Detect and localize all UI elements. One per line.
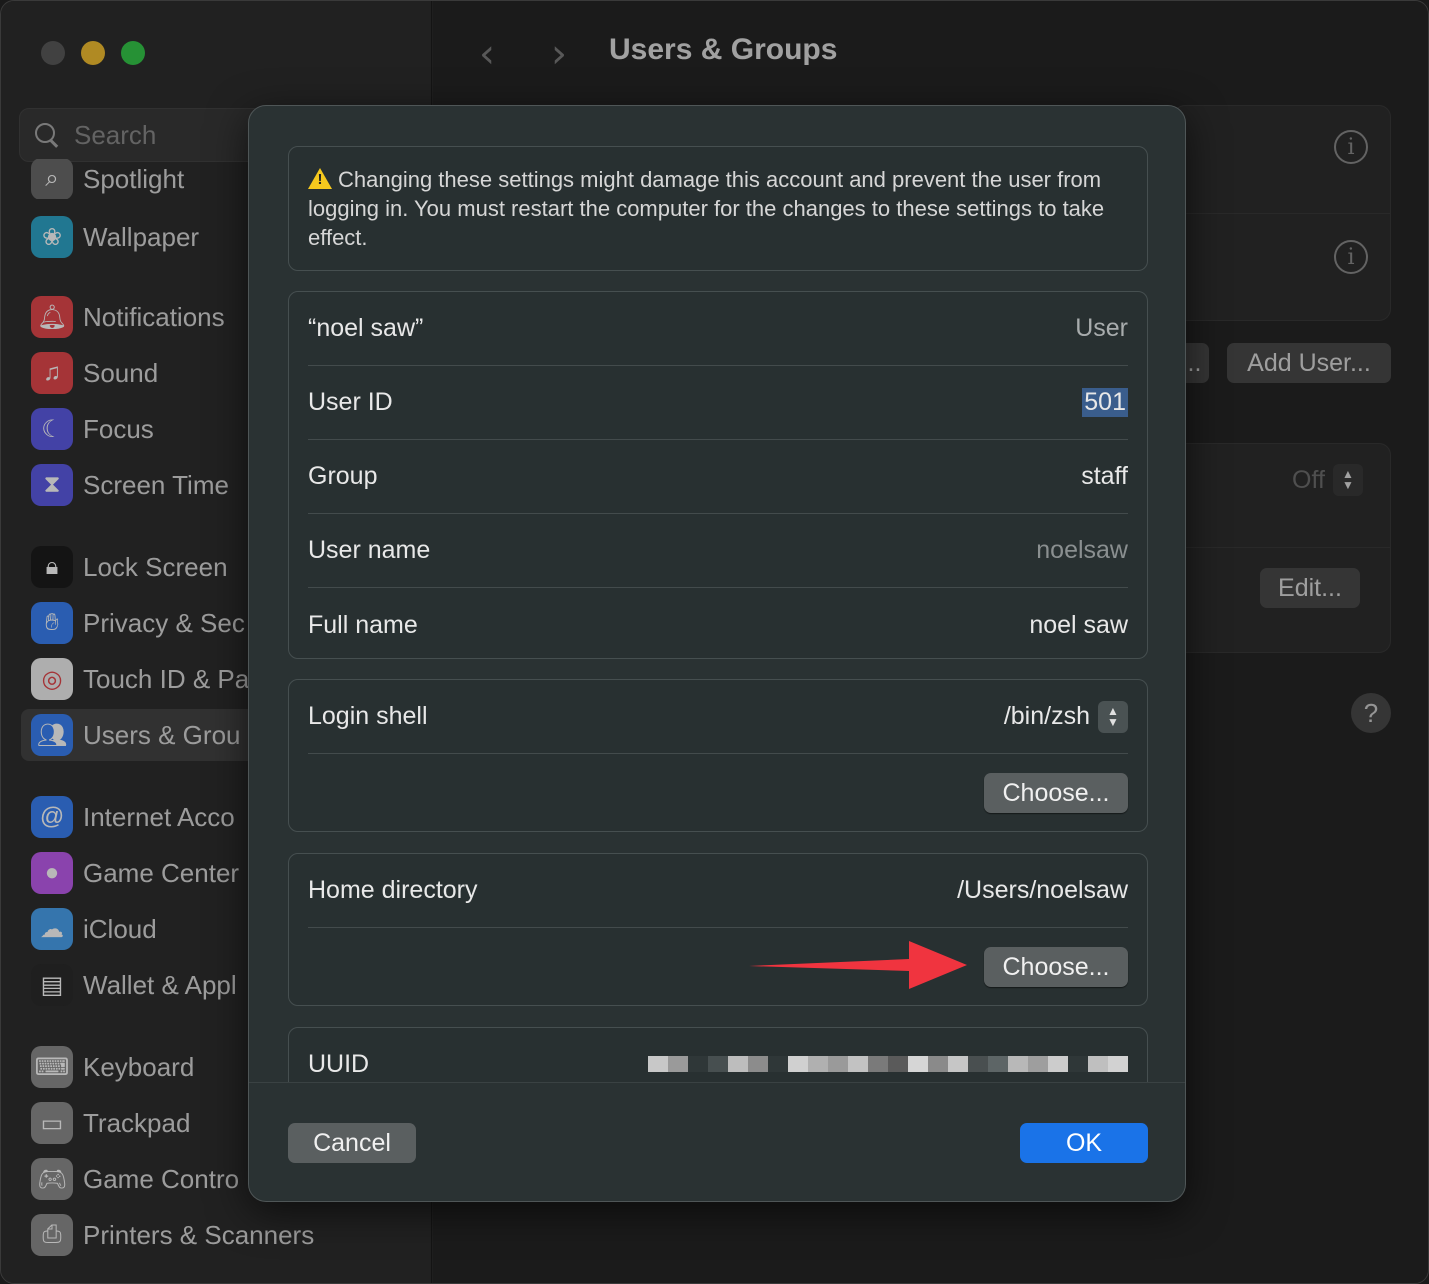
full-name-row: Full name noel saw	[308, 588, 1128, 662]
login-shell-value: /bin/zsh	[1003, 702, 1090, 730]
footer-divider	[249, 1082, 1185, 1083]
group-label: Group	[308, 462, 378, 490]
uuid-row: UUID	[308, 1028, 1128, 1082]
chevron-up-down-icon: ▲ ▼	[1098, 700, 1128, 733]
group-row: Group staff	[308, 440, 1128, 514]
warning-icon	[308, 168, 332, 189]
login-shell-row: Login shell /bin/zsh ▲ ▼	[308, 680, 1128, 754]
user-name-row: User name noelsaw	[308, 514, 1128, 588]
login-shell-box: Login shell /bin/zsh ▲ ▼ Choose...	[288, 679, 1148, 832]
user-id-row: User ID 501	[308, 366, 1128, 440]
home-directory-value: /Users/noelsaw	[957, 876, 1128, 904]
advanced-options-sheet: Changing these settings might damage thi…	[248, 105, 1186, 1202]
account-info-box: “noel saw” User User ID 501 Group staff …	[288, 291, 1148, 659]
login-shell-choose-button[interactable]: Choose...	[984, 773, 1128, 813]
cancel-button[interactable]: Cancel	[288, 1123, 416, 1163]
uuid-box: UUID	[288, 1027, 1148, 1082]
uuid-label: UUID	[308, 1049, 370, 1078]
account-name-row: “noel saw” User	[308, 292, 1128, 366]
system-settings-window: Search ⌕ Spotlight ❀ Wallpaper 🔔︎ Notificatio…	[0, 0, 1429, 1284]
full-name-label: Full name	[308, 610, 418, 639]
full-name-field[interactable]: noel saw	[1029, 611, 1128, 640]
warning-box: Changing these settings might damage thi…	[288, 146, 1148, 271]
user-id-field[interactable]: 501	[1082, 388, 1128, 417]
login-shell-label: Login shell	[308, 702, 428, 730]
home-directory-row: Home directory /Users/noelsaw	[308, 854, 1128, 928]
home-directory-choose-button[interactable]: Choose...	[984, 947, 1128, 987]
user-name-value: noelsaw	[1036, 536, 1128, 564]
user-id-label: User ID	[308, 388, 393, 416]
user-name-label: User name	[308, 536, 431, 564]
login-shell-popup[interactable]: /bin/zsh ▲ ▼	[1003, 700, 1128, 733]
home-directory-box: Home directory /Users/noelsaw Choose...	[288, 853, 1148, 1006]
group-field[interactable]: staff	[1081, 462, 1128, 491]
ok-button[interactable]: OK	[1020, 1123, 1148, 1163]
warning-text: Changing these settings might damage thi…	[308, 167, 1105, 250]
uuid-value-redacted	[648, 1056, 1128, 1072]
annotation-arrow	[749, 941, 967, 989]
sheet-scroll-area[interactable]: Changing these settings might damage thi…	[249, 106, 1185, 1082]
home-directory-label: Home directory	[308, 876, 478, 904]
account-type: User	[1075, 314, 1128, 342]
account-name: “noel saw”	[308, 314, 424, 342]
